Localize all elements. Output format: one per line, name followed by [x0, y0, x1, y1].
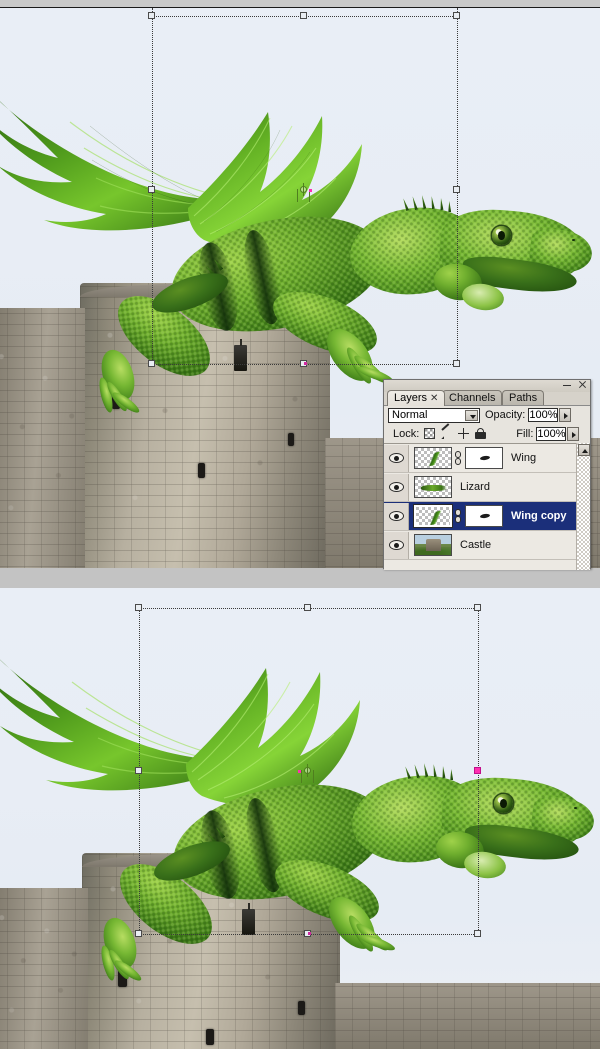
- tab-paths[interactable]: Paths: [502, 390, 545, 406]
- lizard-eye-top: [492, 226, 511, 245]
- layer-name-wing-copy: Wing copy: [511, 510, 567, 522]
- tab-layers-label: Layers: [394, 392, 428, 404]
- eye-icon: [388, 511, 404, 521]
- scroll-up-arrow-icon[interactable]: [578, 444, 590, 456]
- blend-mode-value: Normal: [392, 409, 428, 421]
- panel-tabstrip: Layers ✕ Channels Paths: [384, 390, 590, 412]
- close-icon[interactable]: [578, 380, 587, 389]
- opacity-input[interactable]: 100%: [528, 408, 559, 422]
- tab-channels-label: Channels: [449, 392, 496, 404]
- lock-transparent-pixels-icon[interactable]: [424, 428, 436, 439]
- lizard-nostril-top: [572, 239, 575, 241]
- layer-visibility-toggle[interactable]: [384, 473, 409, 501]
- layer-list[interactable]: Wing Lizard Wing copy Castle: [384, 443, 590, 570]
- fill-input[interactable]: 100%: [536, 426, 567, 441]
- blend-opacity-row: Normal Opacity: 100%: [384, 406, 590, 424]
- lock-icon-group: [424, 428, 487, 439]
- layer-mask-thumbnail[interactable]: [465, 505, 503, 527]
- panel-body: Normal Opacity: 100% Lock: Fill: 100% Wi…: [384, 405, 590, 570]
- layers-panel[interactable]: Layers ✕ Channels Paths Normal Opacity: 1…: [383, 379, 591, 570]
- eye-icon: [388, 453, 404, 463]
- lock-fill-row: Lock: Fill: 100%: [384, 425, 590, 442]
- layer-row-wing-copy[interactable]: Wing copy: [384, 502, 590, 531]
- layer-name-lizard: Lizard: [460, 481, 490, 493]
- link-chain-icon[interactable]: [454, 450, 462, 467]
- tab-layers[interactable]: Layers ✕: [387, 390, 446, 406]
- lizard-nostril-bottom: [574, 807, 577, 809]
- screenshot-root: Layers ✕ Channels Paths Normal Opacity: 1…: [0, 0, 600, 1049]
- opacity-stepper-icon[interactable]: [559, 408, 572, 422]
- layer-row-castle[interactable]: Castle: [384, 531, 590, 560]
- layer-mask-thumbnail[interactable]: [465, 447, 503, 469]
- layer-visibility-toggle[interactable]: [384, 531, 409, 559]
- opacity-label: Opacity:: [485, 409, 526, 421]
- layer-row-lizard[interactable]: Lizard: [384, 473, 590, 502]
- blend-mode-select[interactable]: Normal: [388, 407, 480, 423]
- eye-icon: [388, 540, 404, 550]
- layer-list-scrollbar[interactable]: [576, 443, 590, 570]
- castle-ground-right-bottom: [335, 983, 600, 1049]
- lock-image-pixels-icon[interactable]: [441, 428, 452, 439]
- lock-position-icon[interactable]: [458, 428, 470, 439]
- layer-name-wing: Wing: [511, 452, 537, 464]
- wing-layer-thumbnail[interactable]: [414, 447, 452, 469]
- castle-wall-left-top: [0, 308, 85, 568]
- panel-window-buttons: [563, 380, 587, 389]
- castle-layer-thumbnail[interactable]: [414, 534, 452, 556]
- link-chain-icon[interactable]: [454, 508, 462, 525]
- canvas-pane-bottom[interactable]: [0, 588, 600, 1049]
- layer-visibility-toggle[interactable]: [384, 444, 409, 472]
- eye-icon: [388, 482, 404, 492]
- pane-gutter: [0, 568, 600, 588]
- tab-channels[interactable]: Channels: [442, 390, 503, 406]
- fill-label: Fill:: [516, 427, 534, 440]
- lizard-layer-thumbnail[interactable]: [414, 476, 452, 498]
- tab-paths-label: Paths: [509, 392, 538, 404]
- layer-name-castle: Castle: [460, 539, 492, 551]
- layer-row-wing[interactable]: Wing: [384, 444, 590, 473]
- chevron-down-icon[interactable]: [465, 409, 478, 421]
- minimize-icon[interactable]: [563, 380, 572, 389]
- fill-stepper-icon[interactable]: [567, 426, 580, 441]
- wing-copy-layer-thumbnail[interactable]: [413, 504, 453, 528]
- layer-visibility-toggle[interactable]: [384, 502, 409, 530]
- lock-all-icon[interactable]: [475, 428, 487, 439]
- lizard-eye-bottom: [494, 794, 513, 813]
- castle-wall-left-bottom: [0, 888, 88, 1049]
- tab-close-icon[interactable]: ✕: [430, 393, 438, 404]
- lock-label: Lock:: [393, 427, 420, 440]
